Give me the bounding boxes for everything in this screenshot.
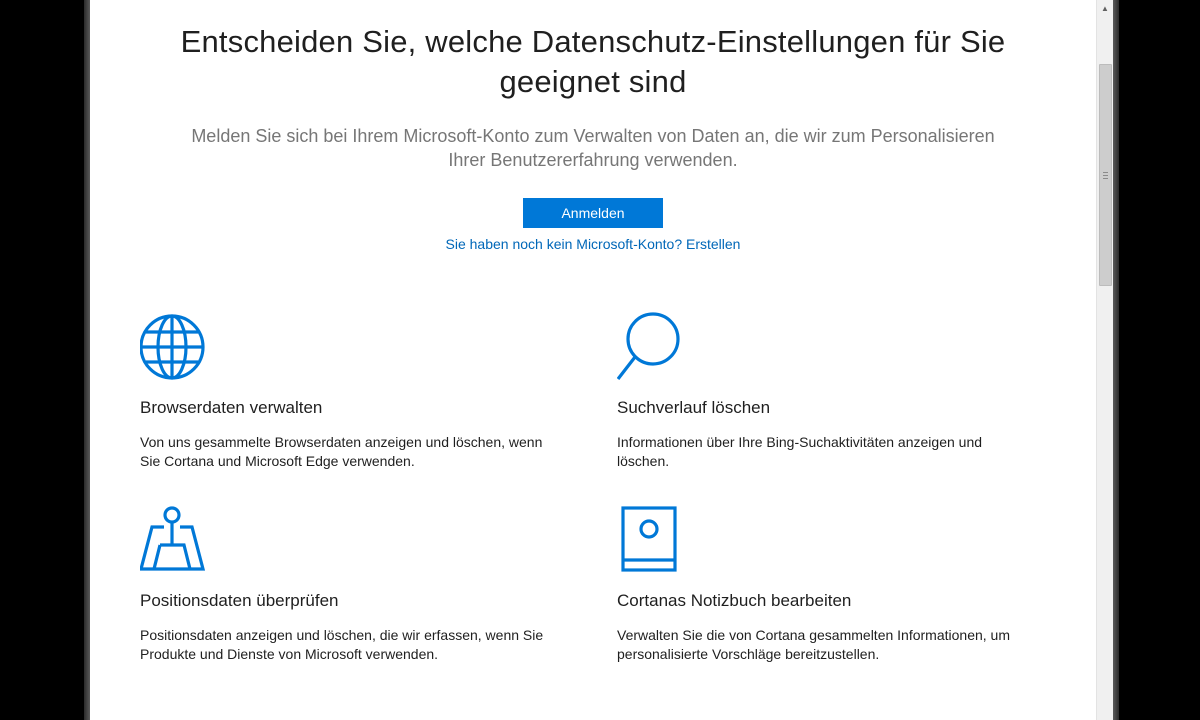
page-subtitle-line-1: Melden Sie sich bei Ihrem Microsoft-Kont… <box>191 126 995 146</box>
location-pin-icon <box>140 506 206 571</box>
feature-description-line-1: Positionsdaten anzeigen und löschen, die… <box>140 627 544 643</box>
feature-description-line-1: Verwalten Sie die von Cortana gesammelte… <box>617 627 1010 643</box>
feature-title: Browserdaten verwalten <box>140 398 323 417</box>
feature-description: Positionsdaten anzeigen und löschen, die… <box>140 626 580 664</box>
page-subtitle-line-2: Ihrer Benutzererfahrung verwenden. <box>448 150 738 170</box>
globe-icon <box>140 314 205 380</box>
feature-description-line-2: Sie Cortana und Microsoft Edge verwenden… <box>140 453 415 469</box>
vertical-scrollbar[interactable]: ▲ <box>1096 0 1113 720</box>
feature-description-line-2: personalisierte Vorschläge bereitzustell… <box>617 646 880 662</box>
create-account-link-text[interactable]: Sie haben noch kein Microsoft-Konto? Ers… <box>446 236 741 252</box>
page-subtitle: Melden Sie sich bei Ihrem Microsoft-Kont… <box>150 124 1036 172</box>
feature-description-line-1: Informationen über Ihre Bing-Suchaktivit… <box>617 434 983 450</box>
feature-title: Suchverlauf löschen <box>617 398 771 417</box>
page-title: Entscheiden Sie, welche Datenschutz-Eins… <box>90 22 1096 102</box>
privacy-page: Entscheiden Sie, welche Datenschutz-Eins… <box>90 0 1096 720</box>
scroll-thumb[interactable] <box>1099 64 1112 286</box>
signin-button[interactable]: Anmelden <box>523 198 663 228</box>
feature-description: Verwalten Sie die von Cortana gesammelte… <box>617 626 1057 664</box>
feature-description-line-2: löschen. <box>617 453 670 469</box>
feature-description: Von uns gesammelte Browserdaten anzeigen… <box>140 433 580 471</box>
feature-title: Positionsdaten überprüfen <box>140 591 339 610</box>
feature-title: Cortanas Notizbuch bearbeiten <box>617 591 852 610</box>
scroll-up-arrow-icon[interactable]: ▲ <box>1097 0 1113 17</box>
feature-description: Informationen über Ihre Bing-Suchaktivit… <box>617 433 1057 471</box>
notebook-icon <box>621 506 677 572</box>
page-title-line-2: geeignet sind <box>499 64 687 99</box>
create-account-link[interactable]: Sie haben noch kein Microsoft-Konto? Ers… <box>90 236 1096 252</box>
feature-description-line-1: Von uns gesammelte Browserdaten anzeigen… <box>140 434 543 450</box>
grip-icon <box>1103 171 1108 179</box>
window-frame-right <box>1113 0 1119 720</box>
page-title-line-1: Entscheiden Sie, welche Datenschutz-Eins… <box>180 24 1006 59</box>
feature-description-line-2: Produkte und Dienste von Microsoft verwe… <box>140 646 439 662</box>
search-icon <box>617 312 680 380</box>
